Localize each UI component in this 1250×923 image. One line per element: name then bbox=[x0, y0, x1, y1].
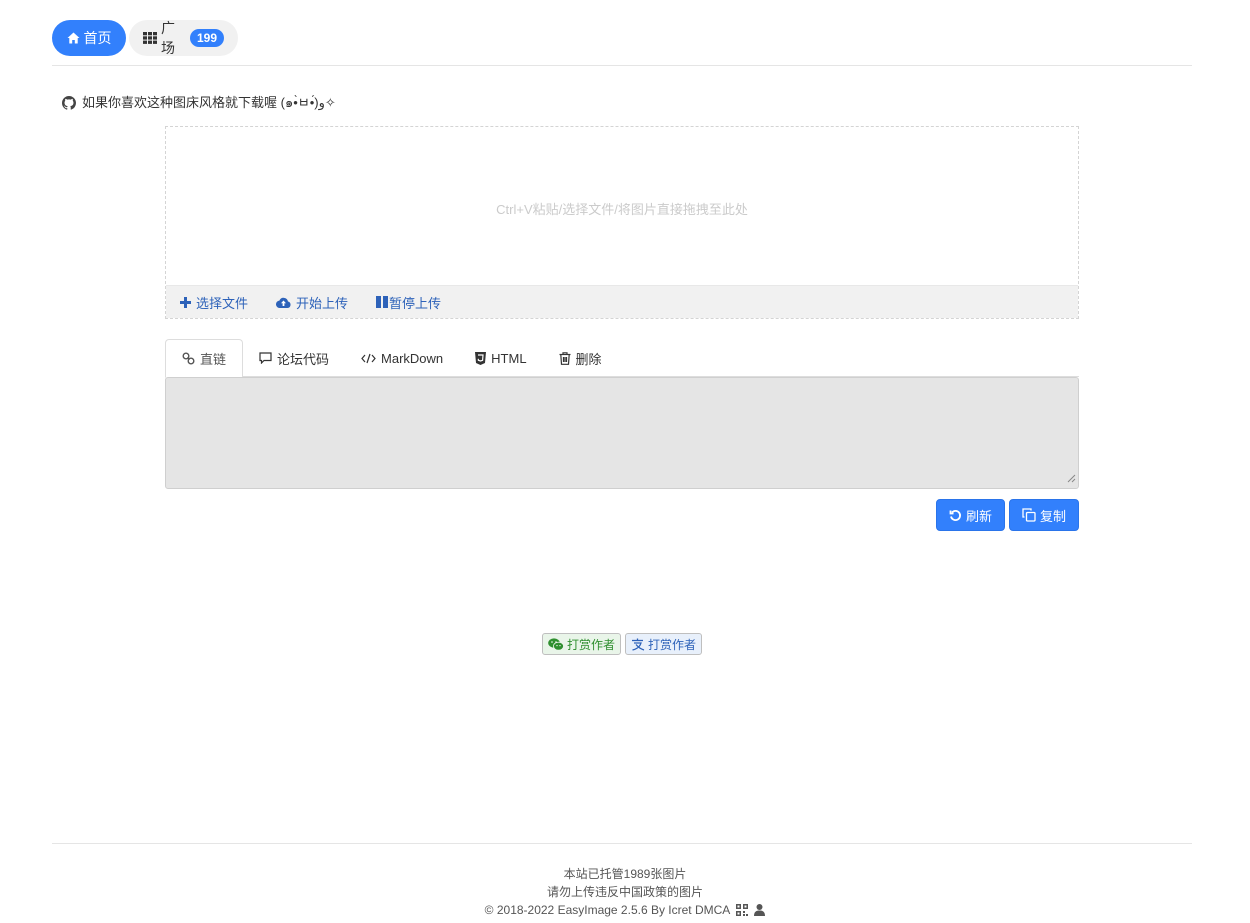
link-output-textarea[interactable] bbox=[165, 377, 1079, 489]
plus-icon bbox=[180, 296, 191, 308]
qrcode-icon[interactable] bbox=[735, 904, 748, 916]
tab-delete-label: 删除 bbox=[575, 351, 602, 367]
alipay-icon bbox=[631, 638, 645, 651]
tab-forum-label: 论坛代码 bbox=[277, 351, 330, 367]
notice-text: 如果你喜欢这种图床风格就下载喔 (๑•̀ㅂ•́)و✧ bbox=[82, 95, 336, 110]
pause-upload-button[interactable]: 暂停上传 bbox=[376, 293, 441, 312]
footer-copyright-line: © 2018-2022 EasyImage 2.5.6 By Icret DMC… bbox=[0, 901, 1250, 919]
tab-direct-link[interactable]: 直链 bbox=[165, 339, 244, 378]
grid-icon bbox=[143, 32, 157, 44]
tab-forum-code[interactable]: 论坛代码 bbox=[243, 339, 345, 377]
drop-hint: Ctrl+V粘贴/选择文件/将图片直接拖拽至此处 bbox=[496, 202, 748, 217]
resize-handle-icon[interactable] bbox=[1067, 470, 1076, 486]
start-upload-label: 开始上传 bbox=[296, 295, 349, 311]
tab-direct-label: 直链 bbox=[200, 352, 227, 367]
link-icon bbox=[182, 352, 195, 365]
footer: 本站已托管1989张图片 请勿上传违反中国政策的图片 © 2018-2022 E… bbox=[0, 865, 1250, 919]
tab-delete[interactable]: 删除 bbox=[543, 339, 618, 377]
result-actions: 刷新 复制 bbox=[935, 499, 1079, 531]
footer-copyright[interactable]: © 2018-2022 EasyImage 2.5.6 By Icret DMC… bbox=[485, 903, 730, 917]
refresh-button[interactable]: 刷新 bbox=[935, 499, 1005, 531]
nav-home-tab[interactable]: 首页 bbox=[52, 20, 126, 56]
html5-icon bbox=[475, 351, 487, 365]
tab-html[interactable]: HTML bbox=[459, 339, 542, 377]
cloud-upload-icon bbox=[276, 297, 291, 308]
donate-buttons: 打赏作者 打赏作者 bbox=[542, 633, 703, 655]
copy-icon bbox=[1022, 508, 1036, 522]
link-format-tabs: 直链 论坛代码 MarkDown HTML 删除 bbox=[165, 339, 1079, 378]
header-divider bbox=[52, 65, 1192, 66]
home-icon bbox=[67, 32, 80, 44]
copy-button[interactable]: 复制 bbox=[1008, 499, 1079, 531]
tab-markdown-label: MarkDown bbox=[381, 350, 444, 366]
nav-home-label: 首页 bbox=[83, 30, 112, 46]
upload-toolbar: 选择文件 开始上传 暂停上传 bbox=[166, 285, 1078, 318]
top-nav: 首页 广场 199 bbox=[52, 20, 238, 56]
tab-html-label: HTML bbox=[491, 350, 527, 366]
pause-icon bbox=[376, 296, 389, 308]
refresh-label: 刷新 bbox=[965, 508, 992, 524]
comment-icon bbox=[259, 352, 272, 364]
square-count-badge: 199 bbox=[189, 29, 224, 47]
footer-hosted-count: 本站已托管1989张图片 bbox=[563, 867, 687, 881]
wechat-donate-button[interactable]: 打赏作者 bbox=[542, 633, 622, 655]
footer-policy-note: 请勿上传违反中国政策的图片 bbox=[546, 885, 703, 899]
github-icon bbox=[62, 95, 76, 110]
code-icon bbox=[361, 353, 376, 364]
start-upload-button[interactable]: 开始上传 bbox=[276, 293, 348, 312]
alipay-donate-label: 打赏作者 bbox=[648, 637, 697, 652]
tab-markdown[interactable]: MarkDown bbox=[345, 339, 459, 377]
nav-square-label: 广场 bbox=[161, 20, 175, 56]
alipay-donate-button[interactable]: 打赏作者 bbox=[625, 633, 703, 655]
wechat-donate-label: 打赏作者 bbox=[567, 637, 616, 652]
wechat-icon bbox=[548, 637, 564, 651]
user-icon[interactable] bbox=[754, 904, 766, 916]
footer-divider bbox=[52, 843, 1192, 844]
pause-upload-label: 暂停上传 bbox=[389, 295, 442, 311]
refresh-icon bbox=[949, 509, 962, 522]
nav-square-tab[interactable]: 广场 199 bbox=[129, 20, 238, 56]
choose-file-button[interactable]: 选择文件 bbox=[180, 293, 248, 312]
choose-file-label: 选择文件 bbox=[196, 295, 249, 311]
copy-label: 复制 bbox=[1039, 508, 1066, 524]
upload-dropzone[interactable]: Ctrl+V粘贴/选择文件/将图片直接拖拽至此处 选择文件 开始上传 暂停上传 bbox=[165, 126, 1079, 319]
download-notice[interactable]: 如果你喜欢这种图床风格就下载喔 (๑•̀ㅂ•́)و✧ bbox=[62, 92, 336, 113]
trash-icon bbox=[559, 351, 571, 365]
